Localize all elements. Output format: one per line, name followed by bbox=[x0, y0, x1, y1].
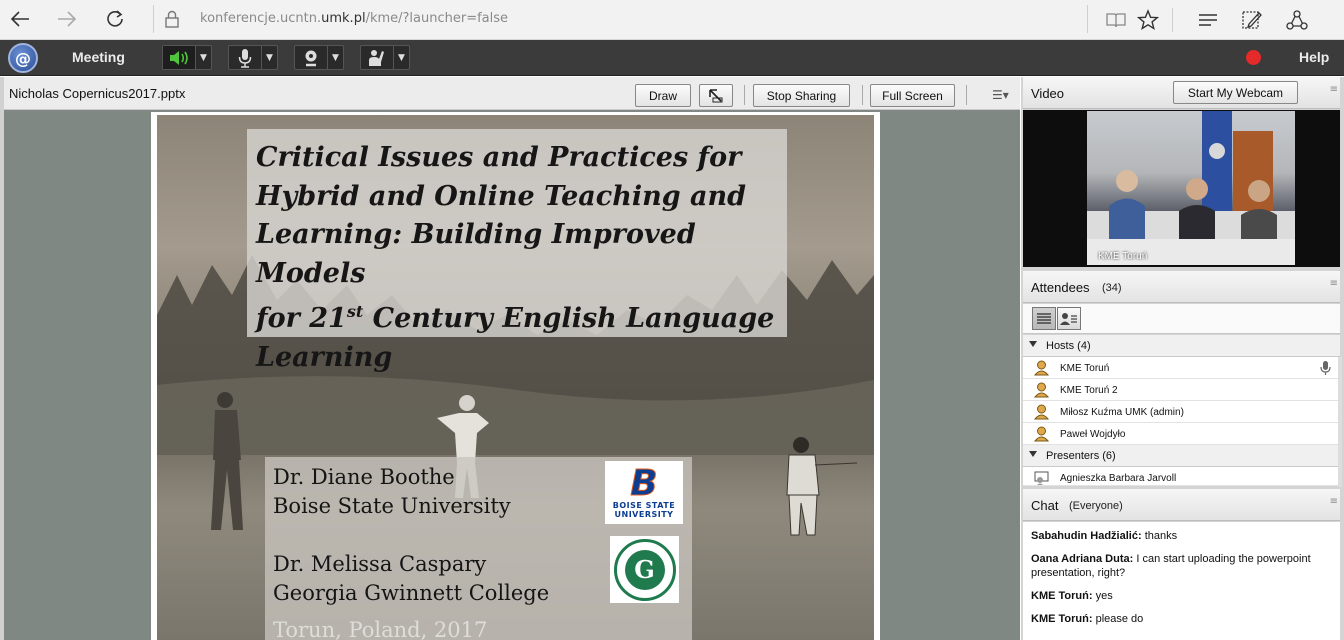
attendee-row[interactable]: KME Toruń 2 bbox=[1023, 379, 1340, 401]
attendee-row[interactable]: Agnieszka Barbara Jarvoll bbox=[1023, 467, 1340, 486]
pointer-tool-button[interactable] bbox=[699, 84, 733, 107]
reading-view-icon[interactable] bbox=[1103, 7, 1129, 33]
toolbar-divider bbox=[1172, 8, 1173, 32]
microphone-dropdown-icon[interactable]: ▼ bbox=[261, 46, 277, 69]
person-figure-image bbox=[786, 437, 858, 536]
microphone-control[interactable]: ▼ bbox=[228, 45, 278, 70]
status-view-icon[interactable] bbox=[1057, 307, 1081, 330]
georgia-gwinnett-seal: G bbox=[610, 536, 679, 603]
chat-messages: Sabahudin Hadžialić: thanks Oana Adriana… bbox=[1023, 522, 1340, 640]
slide-title: Critical Issues and Practices for Hybrid… bbox=[256, 142, 775, 373]
host-user-icon bbox=[1034, 404, 1049, 420]
meeting-toolbar: @ Meeting ▼ ▼ ▼ ▼ Help bbox=[0, 40, 1344, 76]
pod-menu-grip-icon[interactable]: ≡ bbox=[1330, 279, 1338, 289]
shared-file-name: Nicholas Copernicus2017.pptx bbox=[9, 86, 186, 101]
host-user-icon bbox=[1034, 360, 1049, 376]
forward-icon[interactable] bbox=[52, 6, 82, 32]
speaker-dropdown-icon[interactable]: ▼ bbox=[195, 46, 211, 69]
list-view-icon[interactable] bbox=[1032, 307, 1056, 330]
microphone-icon[interactable] bbox=[229, 46, 261, 69]
microphone-active-icon bbox=[1320, 361, 1331, 375]
person-figure-image bbox=[211, 392, 243, 530]
presenters-group-header[interactable]: Presenters (6) bbox=[1023, 445, 1340, 467]
host-user-icon bbox=[1034, 426, 1049, 442]
meeting-menu[interactable]: Meeting bbox=[72, 49, 125, 65]
attendees-scrollbar[interactable] bbox=[1338, 357, 1342, 487]
share-pod: Nicholas Copernicus2017.pptx Draw Stop S… bbox=[0, 77, 1020, 640]
chat-message: KME Toruń: please do bbox=[1031, 613, 1144, 625]
header-divider bbox=[862, 85, 863, 105]
speaker-icon[interactable] bbox=[163, 46, 195, 69]
webcam-feed-image: KME Toruń bbox=[1087, 111, 1295, 265]
connect-logo-icon: @ bbox=[8, 43, 38, 73]
url-text: konferencje.ucntn.umk.pl/kme/?launcher=f… bbox=[200, 11, 509, 26]
recording-indicator-icon[interactable] bbox=[1246, 50, 1261, 65]
collapse-triangle-icon bbox=[1029, 451, 1037, 457]
shared-slide: Critical Issues and Practices for Hybrid… bbox=[151, 112, 880, 640]
lock-icon bbox=[164, 10, 180, 32]
chat-scope: (Everyone) bbox=[1069, 500, 1123, 512]
hub-menu-icon[interactable] bbox=[1195, 7, 1221, 33]
back-icon[interactable] bbox=[5, 6, 35, 32]
share-pod-header: Nicholas Copernicus2017.pptx Draw Stop S… bbox=[4, 77, 1020, 110]
address-bar[interactable]: konferencje.ucntn.umk.pl/kme/?launcher=f… bbox=[153, 5, 1088, 33]
pointer-icon bbox=[709, 88, 723, 102]
web-note-icon[interactable] bbox=[1239, 7, 1265, 33]
attendee-row[interactable]: Paweł Wojdyło bbox=[1023, 423, 1340, 445]
pod-menu-grip-icon[interactable]: ≡ bbox=[1330, 85, 1338, 95]
refresh-icon[interactable] bbox=[100, 6, 130, 32]
chat-message: Sabahudin Hadžialić: thanks bbox=[1031, 530, 1178, 542]
attendee-row[interactable]: Miłosz Kuźma UMK (admin) bbox=[1023, 401, 1340, 423]
video-stream: KME Toruń bbox=[1023, 110, 1340, 267]
slide-title-box: Critical Issues and Practices for Hybrid… bbox=[247, 129, 787, 373]
webcam-control[interactable]: ▼ bbox=[294, 45, 344, 70]
collapse-triangle-icon bbox=[1029, 341, 1037, 347]
attendees-pod-title: Attendees bbox=[1031, 280, 1090, 295]
raise-hand-control[interactable]: ▼ bbox=[360, 45, 410, 70]
attendee-count: (34) bbox=[1102, 282, 1122, 294]
hosts-group-header[interactable]: Hosts (4) bbox=[1023, 335, 1340, 357]
attendee-view-toolbar bbox=[1023, 304, 1340, 334]
help-menu[interactable]: Help bbox=[1299, 49, 1329, 65]
video-stream-label: KME Toruń bbox=[1098, 251, 1148, 262]
draw-button[interactable]: Draw bbox=[635, 84, 691, 107]
favorites-star-icon[interactable] bbox=[1135, 7, 1161, 33]
header-divider bbox=[744, 85, 745, 105]
app-root: konferencje.ucntn.umk.pl/kme/?launcher=f… bbox=[0, 0, 1344, 640]
speaker-control[interactable]: ▼ bbox=[162, 45, 212, 70]
video-pod-header: Video Start My Webcam ≡ bbox=[1023, 77, 1340, 109]
webcam-icon[interactable] bbox=[295, 46, 327, 69]
slide-background-photo: Critical Issues and Practices for Hybrid… bbox=[157, 115, 874, 640]
chat-message: KME Toruń: yes bbox=[1031, 590, 1113, 602]
stop-sharing-button[interactable]: Stop Sharing bbox=[753, 84, 850, 107]
share-icon[interactable] bbox=[1284, 7, 1310, 33]
boise-state-logo: B BOISE STATE UNIVERSITY bbox=[605, 461, 683, 524]
presenter-user-icon bbox=[1034, 471, 1049, 485]
attendee-row[interactable]: KME Toruń bbox=[1023, 357, 1340, 379]
slide-location: Torun, Poland, 2017 bbox=[273, 618, 488, 640]
header-divider bbox=[966, 85, 967, 105]
right-panels: Video Start My Webcam ≡ KME Toruń Attend… bbox=[1021, 77, 1344, 640]
pod-options-menu-icon[interactable]: ☰▾ bbox=[992, 88, 1009, 102]
raise-hand-dropdown-icon[interactable]: ▼ bbox=[393, 46, 409, 69]
browser-toolbar: konferencje.ucntn.umk.pl/kme/?launcher=f… bbox=[0, 0, 1344, 40]
chat-message: Oana Adriana Duta: I can start uploading… bbox=[1031, 553, 1311, 579]
webcam-dropdown-icon[interactable]: ▼ bbox=[327, 46, 343, 69]
attendees-pod-header: Attendees (34) ≡ bbox=[1023, 271, 1340, 303]
start-webcam-button[interactable]: Start My Webcam bbox=[1173, 81, 1298, 104]
chat-pod-header: Chat (Everyone) ≡ bbox=[1023, 489, 1340, 521]
pod-menu-grip-icon[interactable]: ≡ bbox=[1330, 497, 1338, 507]
video-pod-title: Video bbox=[1031, 86, 1065, 101]
raise-hand-icon[interactable] bbox=[361, 46, 393, 69]
host-user-icon bbox=[1034, 382, 1049, 398]
chat-pod-title: Chat bbox=[1031, 498, 1059, 513]
full-screen-button[interactable]: Full Screen bbox=[870, 84, 955, 107]
